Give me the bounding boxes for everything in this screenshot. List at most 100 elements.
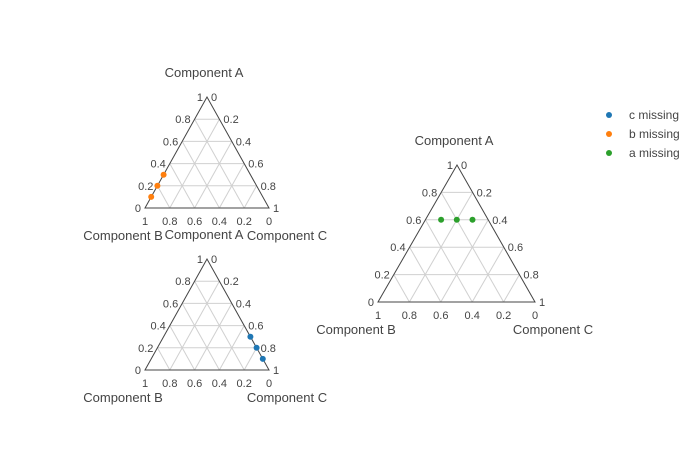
gridline-b [181,303,220,371]
tick-labels: 0 0 0 0.2 0.2 0.2 0.4 0.4 0.4 0.6 0.6 0.6 0.8 0.8 0.8 1… [368,160,545,322]
tick-label-a: 0.6 [163,298,178,310]
tick-label-b: 0 [532,310,538,322]
data-point [154,182,161,189]
ternary-plot-b-missing: 0000.20.20.20.40.40.40.60.60.60.80.80.81… [83,65,327,243]
ternary-frame [144,95,270,209]
tick-label-b: 1 [375,310,381,322]
tick-label-a: 0.4 [151,159,166,171]
tick-label-a: 0 [368,297,374,309]
tick-label-c: 0.2 [477,187,492,199]
axis-title-c: Component C [247,228,327,243]
tick-label-a: 0 [135,203,141,215]
data-point [160,171,167,178]
gridline-c [243,185,258,209]
data-points [438,216,476,223]
gridline-b [181,141,220,209]
tick-label-c: 0.4 [236,136,251,148]
legend-label: b missing [629,127,680,141]
gridline-c [194,303,233,371]
legend-label: c missing [629,108,679,122]
ternary-plots: 0 0 0 0.2 0.2 0.2 0.4 0.4 0.4 0.6 0.6 0.6 0.8 0.8 0.8 1… [83,65,593,405]
gridlines [156,280,258,371]
tick-label-b: 1 [142,216,148,228]
tick-label-c: 0 [461,160,467,172]
tick-label-a: 0 [135,365,141,377]
tick-label-c: 0.6 [248,159,263,171]
tick-label-c: 0 [211,254,217,266]
data-point [247,333,254,340]
tick-label-a: 0.8 [175,276,190,288]
ternary-plot-a-missing: 0 0 0 0.2 0.2 0.2 0.4 0.4 0.4 0.6 0.6 0.6 0.8 0.8 0.8 1… [316,133,593,337]
tick-label-b: 0.8 [162,378,177,390]
axis-title-a: Component A [165,65,244,80]
tick-label-b: 0.2 [237,378,252,390]
tick-label-b: 0.6 [187,378,202,390]
data-point [469,216,476,223]
data-point [253,344,260,351]
tick-label-c: 0.8 [261,343,276,355]
tick-label-c: 0.8 [523,270,538,282]
tick-label-b: 0.6 [433,310,448,322]
tick-label-b: 0.2 [496,310,511,322]
tick-label-a: 0.2 [138,343,153,355]
axis-title-b: Component B [83,228,163,243]
tick-label-c: 0 [211,92,217,104]
ternary-plot-c-missing: 0 0 0 0.2 0.2 0.2 0.4 0.4 0.4 0.6 0.6 0.6 0.8 0.8 0.8 1… [83,227,327,405]
gridline-b [156,185,171,209]
gridlines [393,191,520,303]
legend-marker [606,131,612,137]
legend-label: a missing [629,146,680,160]
tick-label-c: 1 [539,297,545,309]
tick-label-b: 0.8 [402,310,417,322]
gridlines [156,118,258,209]
legend-marker [606,112,612,118]
gridline-c [243,347,258,371]
ternary-frame [377,163,536,303]
gridline-b [156,347,171,371]
tick-label-c: 0.2 [223,276,238,288]
ternary-frame [144,257,270,371]
data-point [438,216,445,223]
tick-label-c: 1 [273,365,279,377]
gridline-c [503,274,520,303]
tick-label-b: 0 [266,216,272,228]
tick-label-b: 0.4 [212,378,227,390]
tick-label-a: 0.4 [390,242,405,254]
axis-title-b: Component B [83,390,163,405]
axis-title-c: Component C [247,390,327,405]
tick-label-a: 0.2 [138,181,153,193]
tick-label-b: 0.4 [465,310,480,322]
tick-label-c: 0.8 [261,181,276,193]
tick-label-a: 0.8 [175,114,190,126]
tick-label-c: 1 [273,203,279,215]
legend: c missing b missing a missing [606,108,680,160]
gridline-b [424,219,473,303]
tick-label-a: 0.6 [406,215,421,227]
tick-label-c: 0.4 [492,215,507,227]
ternary-charts: 0 0 0 0.2 0.2 0.2 0.4 0.4 0.4 0.6 0.6 0.6 0.8 0.8 0.8 1… [83,65,680,405]
tick-label-a: 0.4 [151,321,166,333]
tick-label-c: 0.6 [508,242,523,254]
tick-label-a: 1 [197,254,203,266]
gridline-c [440,219,489,303]
data-point [453,216,460,223]
tick-label-a: 0.8 [422,187,437,199]
tick-label-c: 0.2 [223,114,238,126]
axis-title-a: Component A [165,227,244,242]
tick-label-a: 1 [197,92,203,104]
gridline-c [194,141,233,209]
data-point [259,355,266,362]
tick-label-a: 1 [447,160,453,172]
gridline-b [393,274,410,303]
data-point [148,193,155,200]
tick-label-b: 0 [266,378,272,390]
axis-title-a: Component A [415,133,494,148]
legend-marker [606,150,612,156]
tick-label-c: 0.6 [248,321,263,333]
axis-title-c: Component C [513,322,593,337]
tick-label-c: 0.4 [236,298,251,310]
tick-label-a: 0.2 [375,270,390,282]
axis-title-b: Component B [316,322,396,337]
tick-label-b: 1 [142,378,148,390]
tick-label-a: 0.6 [163,136,178,148]
